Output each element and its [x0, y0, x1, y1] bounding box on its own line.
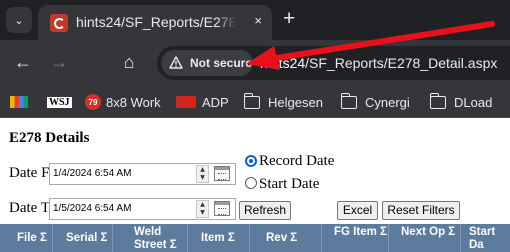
multicolor-bars-icon — [10, 96, 28, 108]
column-header-next-op[interactable]: Next Op Σ — [389, 224, 461, 252]
tab-title: hints24/SF_Reports/E278_Detail.aspx — [76, 14, 236, 30]
record-date-label: Record Date — [259, 153, 335, 169]
bookmark-label: Cynergi — [365, 94, 410, 110]
bookmark-label: DLoad — [454, 94, 493, 110]
back-arrow-icon[interactable]: ← — [12, 51, 34, 73]
tab-search-button[interactable]: ⌄ — [6, 7, 32, 33]
folder-icon — [243, 92, 260, 109]
home-icon[interactable]: ⌂ — [118, 51, 140, 73]
bookmark-folder-helgesen[interactable]: Helgesen — [243, 92, 323, 111]
bookmark-label: Helgesen — [268, 94, 323, 110]
record-date-radio[interactable] — [245, 155, 257, 167]
date-from-spinner[interactable]: ▲ ▼ — [196, 165, 209, 183]
reset-filters-button[interactable]: Reset Filters — [382, 201, 460, 220]
date-to-value: 1/5/2024 6:54 AM — [53, 203, 132, 214]
grid-header-row: File Σ Serial Σ Weld Street Σ Item Σ Rev… — [0, 224, 510, 252]
date-from-value: 1/4/2024 6:54 AM — [53, 168, 132, 179]
bookmark-folder-dload[interactable]: DLoad — [429, 92, 493, 111]
column-header-serial[interactable]: Serial Σ — [53, 224, 113, 252]
column-header-file[interactable]: File Σ — [0, 224, 53, 252]
wsj-logo: WSJ — [47, 96, 72, 108]
calendar-icon[interactable] — [214, 201, 230, 216]
bookmark-item[interactable]: 79 — [85, 93, 101, 111]
folder-icon — [429, 92, 446, 109]
active-tab[interactable]: hints24/SF_Reports/E278_Detail.aspx × — [38, 5, 272, 40]
bookmark-folder-cynergi[interactable]: Cynergi — [340, 92, 410, 111]
bookmark-item[interactable] — [10, 93, 34, 111]
adp-logo-icon — [176, 96, 196, 108]
column-header-start-date[interactable]: Start Da — [461, 224, 510, 252]
site-favicon-icon — [50, 14, 68, 32]
column-header-rev[interactable]: Rev Σ — [250, 224, 322, 252]
date-to-input[interactable]: 1/5/2024 6:54 AM ▲ ▼ — [49, 198, 236, 220]
page-content: E278 Details Date From: 1/4/2024 6:54 AM… — [0, 119, 510, 252]
calendar-icon[interactable] — [214, 166, 230, 181]
bookmark-label: 8x8 Work — [106, 94, 161, 110]
bookmark-8x8-work[interactable]: 8x8 Work — [106, 93, 161, 111]
page-title: E278 Details — [9, 130, 90, 146]
folder-icon — [340, 92, 357, 109]
start-date-radio[interactable] — [245, 177, 257, 189]
chevron-down-icon: ⌄ — [14, 14, 24, 27]
forward-arrow-icon[interactable]: → — [48, 51, 70, 73]
start-date-label: Start Date — [259, 176, 320, 192]
excel-button[interactable]: Excel — [337, 201, 378, 220]
column-header-weld-street[interactable]: Weld Street Σ — [113, 224, 188, 252]
bookmark-adp[interactable]: ADP — [176, 93, 229, 111]
refresh-button[interactable]: Refresh — [239, 201, 291, 220]
bookmark-item[interactable]: WSJ — [47, 93, 72, 111]
date-to-spinner[interactable]: ▲ ▼ — [196, 200, 209, 218]
date-from-input[interactable]: 1/4/2024 6:54 AM ▲ ▼ — [49, 163, 236, 185]
warning-triangle-icon — [169, 56, 183, 69]
red-circle-79-icon: 79 — [85, 94, 101, 110]
column-header-item[interactable]: Item Σ — [188, 224, 250, 252]
bookmark-label: ADP — [202, 94, 229, 110]
red-annotation-arrow-icon — [246, 21, 495, 70]
bookmarks-bar: WSJ 79 8x8 Work ADP Helgesen Cynergi DLo… — [0, 84, 510, 118]
column-header-fg-item[interactable]: FG Item Σ — [322, 224, 389, 252]
